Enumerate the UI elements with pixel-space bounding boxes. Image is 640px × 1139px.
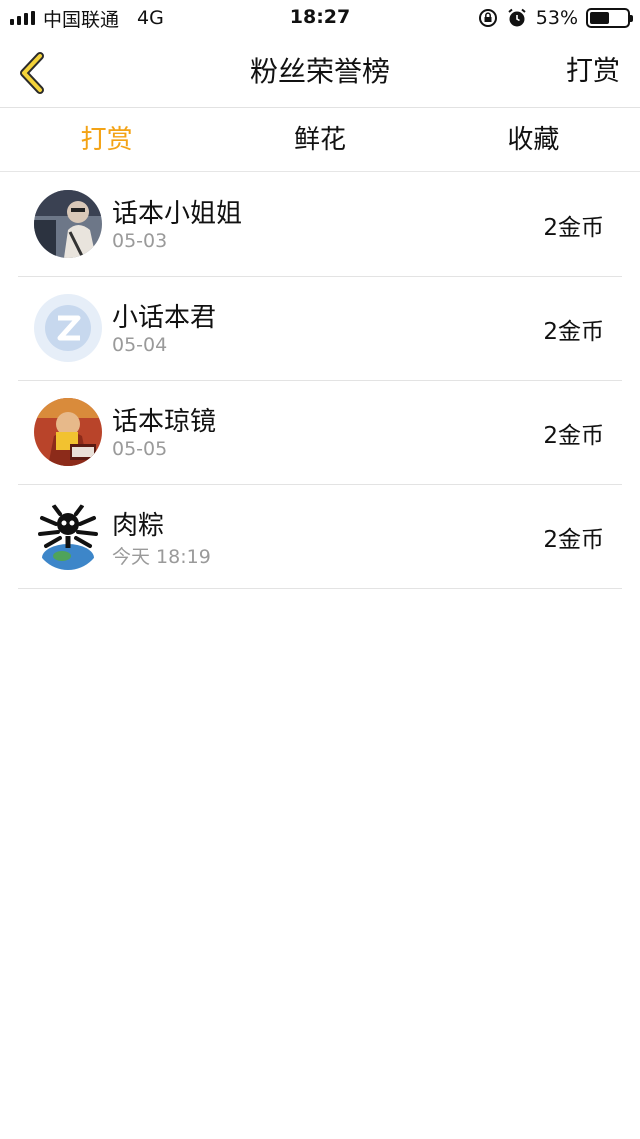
status-bar: 中国联通 4G 18:27 53% <box>0 0 640 36</box>
avatar[interactable] <box>34 502 102 570</box>
avatar[interactable] <box>34 294 102 362</box>
list-item[interactable]: 肉粽 今天 18:19 2金币 <box>18 485 622 589</box>
battery-percent: 53% <box>535 7 578 29</box>
list-item[interactable]: 话本小姐姐 05-03 2金币 <box>18 173 622 277</box>
status-right: 53% <box>478 6 633 30</box>
fan-list: 话本小姐姐 05-03 2金币 小话本君 05-04 2金币 话本琼镜 05-0… <box>0 173 640 589</box>
fan-name: 小话本君 <box>112 303 217 333</box>
nav-bar: 粉丝荣誉榜 打赏 <box>0 36 640 108</box>
fan-amount: 2金币 <box>543 423 604 449</box>
alarm-icon <box>508 8 526 27</box>
tab-bar: 打赏 鲜花 收藏 <box>0 109 640 172</box>
battery-icon <box>586 8 633 28</box>
fan-date: 05-03 <box>112 230 168 252</box>
tab-reward[interactable]: 打赏 <box>0 109 213 172</box>
battery-fill <box>590 12 610 24</box>
fan-amount: 2金币 <box>543 215 604 241</box>
fan-name: 话本小姐姐 <box>112 199 243 229</box>
reward-button[interactable]: 打赏 <box>566 36 620 108</box>
rotation-lock-icon <box>478 9 497 27</box>
avatar[interactable] <box>34 190 102 258</box>
list-item[interactable]: 话本琼镜 05-05 2金币 <box>18 381 622 485</box>
fan-amount: 2金币 <box>543 527 604 553</box>
fan-amount: 2金币 <box>543 319 604 345</box>
fan-date: 今天 18:19 <box>112 546 211 568</box>
chevron-left-icon <box>20 52 44 94</box>
back-button[interactable] <box>14 50 54 96</box>
avatar[interactable] <box>34 398 102 466</box>
fan-name: 肉粽 <box>112 511 165 541</box>
fan-date: 05-05 <box>112 438 168 460</box>
tab-flowers[interactable]: 鲜花 <box>213 109 426 172</box>
fan-name: 话本琼镜 <box>112 407 217 437</box>
fan-date: 05-04 <box>112 334 168 356</box>
tab-favorites[interactable]: 收藏 <box>427 109 640 172</box>
page-title: 粉丝荣誉榜 <box>249 55 390 88</box>
list-item[interactable]: 小话本君 05-04 2金币 <box>18 277 622 381</box>
